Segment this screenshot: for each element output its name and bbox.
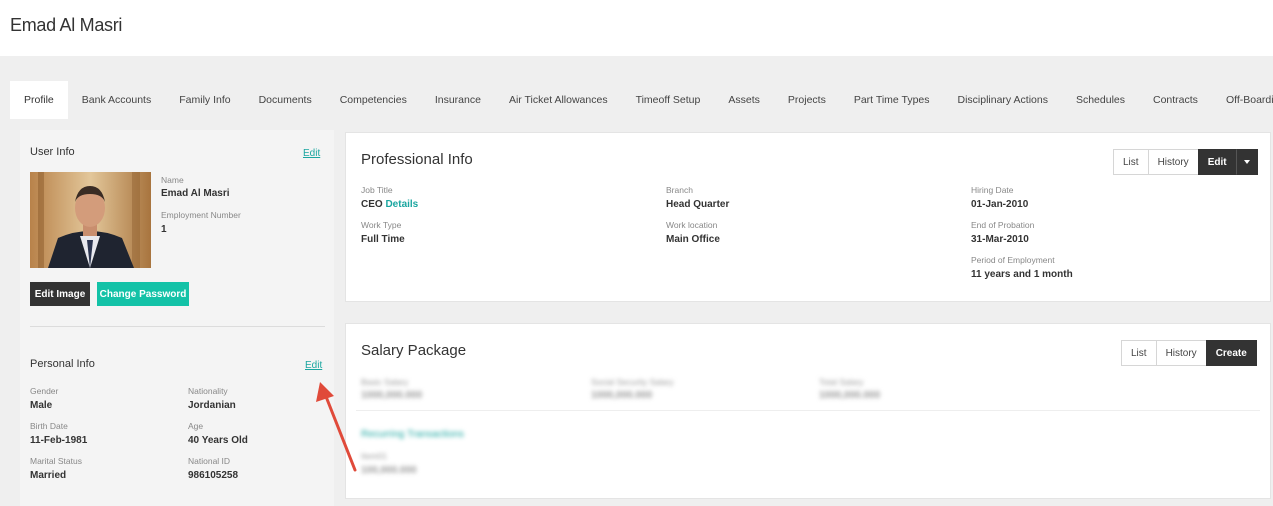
employment-number-label: Employment Number [161,210,241,220]
work-type-value: Full Time [361,234,405,245]
annotation-arrow-icon [316,382,357,472]
work-type-label: Work Type [361,220,402,230]
tab-timeoff-setup[interactable]: Timeoff Setup [622,81,715,119]
hiring-date-value: 01-Jan-2010 [971,199,1029,210]
salary-list-button[interactable]: List [1121,340,1157,366]
gender-label: Gender [30,386,59,396]
change-password-button[interactable]: Change Password [97,282,189,306]
branch-label: Branch [666,185,693,195]
marital-status-value: Married [30,470,67,481]
birth-date-value: 11-Feb-1981 [30,435,88,446]
birth-date-label: Birth Date [30,421,68,431]
tab-projects[interactable]: Projects [774,81,840,119]
total-salary-value: 1000,000.000 [819,390,881,401]
professional-info-title: Professional Info [361,151,473,168]
tab-bank-accounts[interactable]: Bank Accounts [68,81,165,119]
hiring-date-label: Hiring Date [971,185,1014,195]
tab-contracts[interactable]: Contracts [1139,81,1212,119]
professional-edit-dropdown[interactable] [1235,149,1258,175]
tab-family-info[interactable]: Family Info [165,81,244,119]
period-of-employment-value: 11 years and 1 month [971,269,1073,280]
name-value: Emad Al Masri [161,188,230,199]
avatar [30,172,151,268]
job-title-value: CEO Details [361,199,418,210]
salary-history-button[interactable]: History [1155,340,1207,366]
left-panel: User Info Edit Name Emad Al Masri Employ… [20,130,334,506]
edit-image-button[interactable]: Edit Image [30,282,90,306]
caret-down-icon [1243,160,1250,164]
salary-package-title: Salary Package [361,342,467,359]
personal-info-title: Personal Info [30,358,95,370]
social-security-salary-value: 1000,000.000 [591,390,653,401]
job-details-link[interactable]: Details [385,199,418,210]
gender-value: Male [30,400,53,411]
basic-salary-value: 1000,000.000 [361,390,423,401]
nationality-value: Jordanian [188,400,236,411]
tab-disciplinary-actions[interactable]: Disciplinary Actions [944,81,1062,119]
end-of-probation-value: 31-Mar-2010 [971,234,1029,245]
branch-value: Head Quarter [666,199,730,210]
marital-status-label: Marital Status [30,456,82,466]
age-value: 40 Years Old [188,435,248,446]
tab-off-boarding[interactable]: Off-Boarding [1212,81,1273,119]
tab-assets[interactable]: Assets [714,81,774,119]
tab-documents[interactable]: Documents [245,81,326,119]
avatar-photo-icon [30,172,151,268]
salary-package-card: Salary Package List History Create Basic… [345,323,1271,499]
section-divider [30,326,325,327]
end-of-probation-label: End of Probation [971,220,1035,230]
total-salary-label: Total Salary [819,377,864,387]
age-label: Age [188,421,204,431]
tab-bar: Profile Bank Accounts Family Info Docume… [10,81,1273,119]
tab-air-ticket-allowances[interactable]: Air Ticket Allowances [495,81,622,119]
professional-info-actions: List History Edit [1113,149,1258,175]
personal-info-edit-link[interactable]: Edit [305,360,322,371]
salary-create-button[interactable]: Create [1205,340,1257,366]
recurring-transactions-link[interactable]: Recurring Transactions [361,429,464,440]
user-info-title: User Info [30,146,75,158]
work-location-label: Work location [666,220,718,230]
tab-part-time-types[interactable]: Part Time Types [840,81,944,119]
job-title-label: Job Title [361,185,393,195]
professional-list-button[interactable]: List [1113,149,1149,175]
professional-info-card: Professional Info List History Edit Job … [345,132,1271,302]
employment-number-value: 1 [161,224,167,235]
national-id-value: 986105258 [188,470,239,481]
tab-profile[interactable]: Profile [10,81,68,119]
tab-competencies[interactable]: Competencies [326,81,421,119]
user-info-edit-link[interactable]: Edit [303,148,320,159]
professional-history-button[interactable]: History [1147,149,1199,175]
national-id-label: National ID [188,456,231,466]
salary-package-actions: List History Create [1121,340,1257,366]
nationality-label: Nationality [188,386,228,396]
tab-schedules[interactable]: Schedules [1062,81,1139,119]
job-title-text: CEO [361,199,383,210]
name-label: Name [161,175,184,185]
tab-insurance[interactable]: Insurance [421,81,495,119]
social-security-salary-label: Social Security Salary [591,377,674,387]
period-of-employment-label: Period of Employment [971,255,1055,265]
page-title: Emad Al Masri [10,15,123,35]
professional-edit-button[interactable]: Edit [1197,149,1237,175]
salary-divider [356,410,1260,411]
work-location-value: Main Office [666,234,720,245]
